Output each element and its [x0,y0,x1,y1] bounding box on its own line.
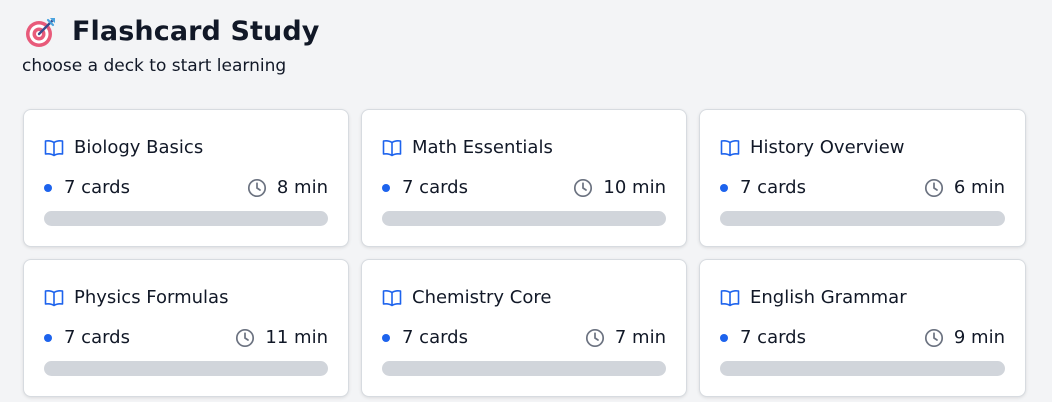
deck-title: Biology Basics [74,137,204,158]
dot-icon [382,334,390,342]
deck-title: History Overview [750,137,905,158]
deck-duration-label: 9 min [953,327,1005,348]
deck-card-english-grammar[interactable]: English Grammar 7 cards 9 min [699,259,1026,397]
deck-meta: 7 cards 8 min [44,177,328,199]
deck-card-count-label: 7 cards [740,177,806,198]
deck-card-physics-formulas[interactable]: Physics Formulas 7 cards 11 min [23,259,349,397]
deck-progress-bar [382,361,666,376]
deck-meta: 7 cards 7 min [382,327,666,349]
dot-icon [44,184,52,192]
deck-duration: 8 min [247,177,328,199]
deck-progress-bar [382,211,666,226]
deck-duration-label: 7 min [614,327,666,348]
deck-card-count: 7 cards [382,177,468,199]
deck-duration-label: 10 min [603,177,666,198]
deck-card-count: 7 cards [720,327,806,349]
book-open-icon [720,139,740,157]
deck-grid: Biology Basics 7 cards 8 min Math Essent… [23,109,1026,397]
deck-title-row: English Grammar [720,287,1005,309]
deck-card-biology-basics[interactable]: Biology Basics 7 cards 8 min [23,109,349,247]
book-open-icon [382,289,402,307]
clock-icon [235,328,255,348]
clock-icon [924,178,944,198]
page: Flashcard Study choose a deck to start l… [0,0,1052,402]
deck-card-count: 7 cards [44,327,130,349]
clock-icon [573,178,593,198]
deck-card-count-label: 7 cards [64,327,130,348]
deck-duration: 10 min [573,177,666,199]
page-subtitle: choose a deck to start learning [22,56,287,76]
deck-meta: 7 cards 11 min [44,327,328,349]
deck-title-row: Chemistry Core [382,287,666,309]
deck-duration-label: 8 min [276,177,328,198]
book-open-icon [720,289,740,307]
book-open-icon [382,139,402,157]
deck-card-math-essentials[interactable]: Math Essentials 7 cards 10 min [361,109,687,247]
deck-meta: 7 cards 6 min [720,177,1005,199]
deck-meta: 7 cards 10 min [382,177,666,199]
deck-duration-label: 6 min [953,177,1005,198]
deck-card-history-overview[interactable]: History Overview 7 cards 6 min [699,109,1026,247]
deck-title: English Grammar [750,287,907,308]
deck-meta: 7 cards 9 min [720,327,1005,349]
clock-icon [585,328,605,348]
book-open-icon [44,289,64,307]
deck-progress-bar [44,361,328,376]
dot-icon [720,334,728,342]
clock-icon [247,178,267,198]
deck-title-row: Physics Formulas [44,287,328,309]
dot-icon [382,184,390,192]
deck-title: Physics Formulas [74,287,229,308]
book-open-icon [44,139,64,157]
deck-card-chemistry-core[interactable]: Chemistry Core 7 cards 7 min [361,259,687,397]
deck-title-row: History Overview [720,137,1005,159]
deck-card-count-label: 7 cards [740,327,806,348]
deck-card-count: 7 cards [382,327,468,349]
page-title: Flashcard Study [72,16,320,47]
deck-title-row: Biology Basics [44,137,328,159]
deck-progress-bar [720,211,1005,226]
deck-card-count: 7 cards [720,177,806,199]
deck-card-count-label: 7 cards [402,177,468,198]
deck-duration: 11 min [235,327,328,349]
deck-card-count-label: 7 cards [402,327,468,348]
dot-icon [720,184,728,192]
header: Flashcard Study [22,14,1030,50]
target-icon [24,15,58,49]
deck-duration: 7 min [585,327,666,349]
deck-progress-bar [720,361,1005,376]
dot-icon [44,334,52,342]
deck-title-row: Math Essentials [382,137,666,159]
deck-progress-bar [44,211,328,226]
deck-duration: 6 min [924,177,1005,199]
deck-card-count-label: 7 cards [64,177,130,198]
deck-duration: 9 min [924,327,1005,349]
deck-title: Chemistry Core [412,287,552,308]
deck-title: Math Essentials [412,137,553,158]
clock-icon [924,328,944,348]
deck-card-count: 7 cards [44,177,130,199]
deck-duration-label: 11 min [265,327,328,348]
